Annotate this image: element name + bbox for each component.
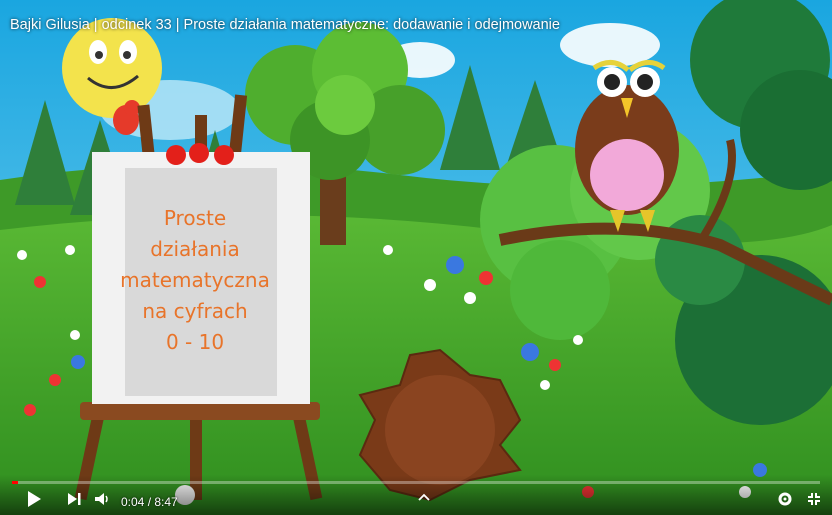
fullscreen-exit-icon[interactable] [804,489,824,509]
settings-icon[interactable] [775,489,795,509]
sun-character [62,18,162,118]
player-controls: 0:04 / 8:47 [0,475,832,515]
progress-bar[interactable] [12,481,820,484]
volume-icon[interactable] [92,489,112,509]
board-line: Proste [163,206,227,230]
board-line: matematyczna [120,268,270,292]
video-title[interactable]: Bajki Gilusia | odcinek 33 | Proste dzia… [10,17,560,33]
time-display: 0:04 / 8:47 [121,495,178,509]
video-player[interactable]: Bajki Gilusia | odcinek 33 | Proste dzia… [0,0,832,515]
next-icon[interactable] [64,489,84,509]
chevron-up-icon[interactable] [416,489,432,505]
board-line: 0 - 10 [165,330,225,354]
board-line: na cyfrach [142,299,248,323]
progress-fill [12,481,19,484]
easel-board-text: Proste działania matematyczna na cyfrach… [120,203,270,358]
play-icon[interactable] [24,489,44,509]
board-line: działania [150,237,240,261]
